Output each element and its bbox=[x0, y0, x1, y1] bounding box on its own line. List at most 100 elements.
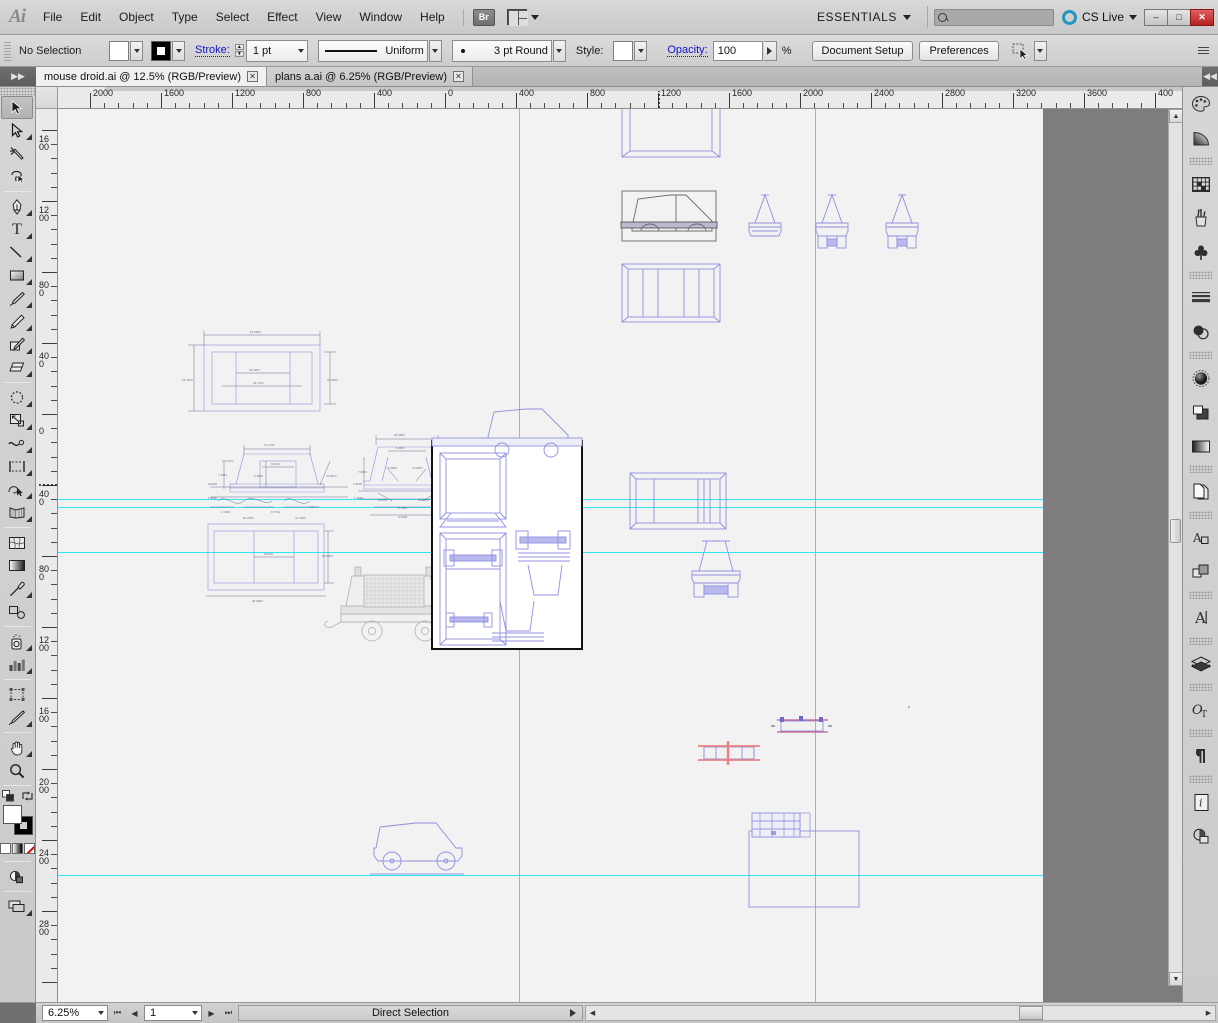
menu-window[interactable]: Window bbox=[350, 6, 411, 28]
dock-group-gripper[interactable] bbox=[1189, 683, 1212, 691]
stroke-link-label[interactable]: Stroke: bbox=[195, 44, 230, 57]
document-info-panel-icon[interactable]: i bbox=[1183, 785, 1218, 819]
artboard-canvas[interactable]: 61.0000 52.0500 34.4200 44.0063 42.7741 bbox=[58, 109, 1182, 1002]
menu-select[interactable]: Select bbox=[207, 6, 258, 28]
swap-fill-stroke-icon[interactable] bbox=[21, 790, 34, 802]
fill-swatch[interactable] bbox=[109, 41, 129, 61]
symbol-sprayer-tool[interactable] bbox=[0, 630, 34, 653]
close-icon[interactable]: ✕ bbox=[453, 71, 464, 82]
tools-panel-gripper[interactable] bbox=[0, 87, 35, 96]
gradient-tool[interactable] bbox=[0, 554, 34, 577]
horizontal-scroll-thumb[interactable] bbox=[1019, 1006, 1043, 1020]
menu-edit[interactable]: Edit bbox=[71, 6, 110, 28]
last-artboard-button[interactable]: ⏭ bbox=[221, 1005, 236, 1021]
menu-object[interactable]: Object bbox=[110, 6, 163, 28]
status-menu-icon[interactable] bbox=[570, 1009, 576, 1017]
horizontal-ruler[interactable]: 2000 1600 1200 800 400 0 400 800 1200 16… bbox=[58, 87, 1182, 109]
opacity-dropdown[interactable] bbox=[764, 41, 777, 61]
blend-tool[interactable] bbox=[0, 600, 34, 623]
collapse-panels-button[interactable]: ▶▶ bbox=[0, 67, 36, 86]
stroke-weight-combo[interactable]: 1 pt bbox=[246, 40, 308, 62]
rotate-tool[interactable] bbox=[0, 386, 34, 409]
artboard-tool[interactable] bbox=[0, 683, 34, 706]
none-swatch-button[interactable] bbox=[24, 843, 35, 854]
pencil-tool[interactable] bbox=[0, 310, 34, 333]
hand-tool[interactable] bbox=[0, 736, 34, 759]
dock-group-gripper[interactable] bbox=[1189, 591, 1212, 599]
zoom-tool[interactable] bbox=[0, 759, 34, 782]
stroke-profile-combo[interactable]: Uniform bbox=[318, 40, 428, 62]
transform-panel-icon[interactable] bbox=[1183, 555, 1218, 589]
column-graph-tool[interactable] bbox=[0, 653, 34, 676]
workspace-switcher[interactable]: ESSENTIALS bbox=[807, 10, 921, 24]
pathfinder-panel-icon[interactable] bbox=[1183, 475, 1218, 509]
close-button[interactable]: ✕ bbox=[1190, 9, 1214, 26]
swatches-panel-icon[interactable] bbox=[1183, 167, 1218, 201]
paintbrush-tool[interactable] bbox=[0, 287, 34, 310]
opacity-link-label[interactable]: Opacity: bbox=[667, 44, 707, 57]
vertical-ruler[interactable]: 1600 1200 800 400 0 400 800 1200 1600 20… bbox=[36, 109, 58, 1002]
menu-effect[interactable]: Effect bbox=[258, 6, 306, 28]
eraser-tool[interactable] bbox=[0, 356, 34, 379]
magic-wand-tool[interactable] bbox=[0, 142, 34, 165]
document-setup-button[interactable]: Document Setup bbox=[812, 41, 914, 61]
ruler-origin-corner[interactable] bbox=[36, 87, 58, 109]
search-input[interactable] bbox=[934, 9, 1054, 26]
document-tab-plans-a[interactable]: plans a.ai @ 6.25% (RGB/Preview) ✕ bbox=[267, 67, 473, 86]
menu-help[interactable]: Help bbox=[411, 6, 454, 28]
next-artboard-button[interactable]: ▶ bbox=[204, 1005, 219, 1021]
character-panel-icon[interactable]: A bbox=[1183, 601, 1218, 635]
layers-panel-icon[interactable] bbox=[1183, 647, 1218, 681]
appearance-panel-icon[interactable] bbox=[1183, 361, 1218, 395]
vertical-scrollbar[interactable]: ▲ ▼ bbox=[1168, 109, 1182, 986]
dock-group-gripper[interactable] bbox=[1189, 465, 1212, 473]
default-fill-stroke-icon[interactable] bbox=[2, 790, 15, 802]
mesh-tool[interactable] bbox=[0, 531, 34, 554]
fill-color-swatch[interactable] bbox=[3, 805, 22, 824]
stroke-weight-stepper[interactable]: ▲ ▼ bbox=[235, 44, 244, 57]
vector-artwork[interactable]: 61.0000 52.0500 34.4200 44.0063 42.7741 bbox=[58, 109, 1182, 1002]
scroll-left-button[interactable]: ◀ bbox=[586, 1006, 599, 1020]
preferences-button[interactable]: Preferences bbox=[919, 41, 998, 61]
control-bar-options[interactable] bbox=[1198, 44, 1218, 58]
line-segment-tool[interactable] bbox=[0, 241, 34, 264]
brush-definition-dropdown[interactable] bbox=[553, 40, 566, 62]
artboard-number-combo[interactable]: 1 bbox=[144, 1005, 202, 1021]
scroll-up-button[interactable]: ▲ bbox=[1169, 109, 1182, 123]
arrange-documents-button[interactable] bbox=[507, 9, 539, 25]
first-artboard-button[interactable]: ⏮ bbox=[110, 1005, 125, 1021]
free-transform-tool[interactable] bbox=[0, 455, 34, 478]
blob-brush-tool[interactable] bbox=[0, 333, 34, 356]
screen-mode-button[interactable] bbox=[0, 895, 34, 918]
width-tool[interactable] bbox=[0, 432, 34, 455]
minimize-button[interactable]: – bbox=[1144, 9, 1168, 26]
horizontal-scrollbar[interactable]: ◀ ▶ bbox=[585, 1005, 1216, 1021]
brush-definition-combo[interactable]: 3 pt Round bbox=[452, 40, 552, 62]
perspective-grid-tool[interactable] bbox=[0, 501, 34, 524]
gradient-panel-icon[interactable] bbox=[1183, 429, 1218, 463]
previous-artboard-button[interactable]: ◀ bbox=[127, 1005, 142, 1021]
opacity-input[interactable]: 100 bbox=[713, 41, 763, 61]
close-icon[interactable]: ✕ bbox=[247, 71, 258, 82]
eyedropper-tool[interactable] bbox=[0, 577, 34, 600]
paragraph-panel-icon[interactable] bbox=[1183, 739, 1218, 773]
graphic-style-swatch[interactable] bbox=[613, 41, 633, 61]
stroke-dropdown[interactable] bbox=[172, 41, 185, 61]
stroke-panel-icon[interactable] bbox=[1183, 281, 1218, 315]
selection-tool[interactable] bbox=[1, 96, 33, 119]
stroke-profile-dropdown[interactable] bbox=[429, 40, 442, 62]
color-guide-panel-icon[interactable] bbox=[1183, 121, 1218, 155]
dock-group-gripper[interactable] bbox=[1189, 511, 1212, 519]
lasso-tool[interactable] bbox=[0, 165, 34, 188]
document-tab-mouse-droid[interactable]: mouse droid.ai @ 12.5% (RGB/Preview) ✕ bbox=[36, 67, 267, 86]
drawing-mode-button[interactable] bbox=[0, 865, 34, 888]
status-display[interactable]: Direct Selection bbox=[238, 1005, 583, 1021]
align-panel-icon[interactable]: A bbox=[1183, 521, 1218, 555]
dock-group-gripper[interactable] bbox=[1189, 775, 1212, 783]
dock-group-gripper[interactable] bbox=[1189, 351, 1212, 359]
stroke-swatch[interactable] bbox=[151, 41, 171, 61]
rectangle-tool[interactable] bbox=[0, 264, 34, 287]
control-bar-gripper[interactable] bbox=[4, 40, 11, 62]
scroll-right-button[interactable]: ▶ bbox=[1202, 1006, 1215, 1020]
cs-live-button[interactable]: CS Live bbox=[1054, 10, 1145, 25]
